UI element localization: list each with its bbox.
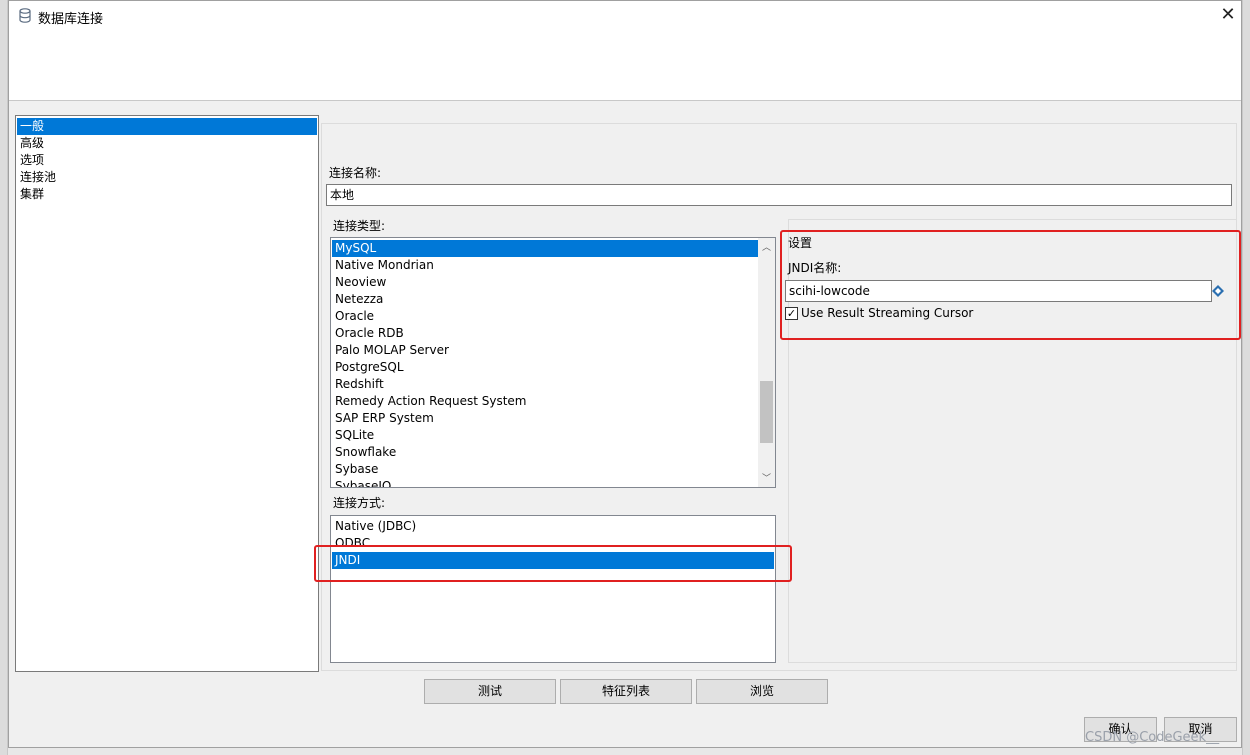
list-item[interactable]: Native (JDBC) — [332, 518, 774, 535]
dialog-titlebar: 数据库连接 ✕ — [9, 1, 1241, 101]
connection-name-input[interactable]: 本地 — [326, 184, 1232, 206]
list-item[interactable]: MySQL — [332, 240, 758, 257]
access-method-label: 连接方式: — [333, 496, 386, 510]
variable-diamond-icon[interactable] — [1212, 285, 1224, 297]
test-button[interactable]: 测试 — [424, 679, 556, 704]
screen: 数据库连接 ✕ 一般 高级 选项 连接池 集群 连接名称: 本地 连接类型: M… — [0, 0, 1250, 755]
feature-list-button[interactable]: 特征列表 — [560, 679, 692, 704]
list-item[interactable]: Oracle — [332, 308, 758, 325]
list-item[interactable]: Snowflake — [332, 444, 758, 461]
nav-item-options[interactable]: 选项 — [17, 152, 317, 169]
background-window-right-edge — [1242, 0, 1250, 755]
connection-type-list[interactable]: MySQL Native Mondrian Neoview Netezza Or… — [330, 237, 776, 488]
jndi-name-input[interactable]: scihi-lowcode — [785, 280, 1212, 302]
list-item[interactable]: Palo MOLAP Server — [332, 342, 758, 359]
close-icon: ✕ — [1220, 4, 1236, 25]
list-item[interactable]: Remedy Action Request System — [332, 393, 758, 410]
list-item[interactable]: Netezza — [332, 291, 758, 308]
list-item[interactable]: ODBC — [332, 535, 774, 552]
settings-category-list[interactable]: 一般 高级 选项 连接池 集群 — [15, 115, 319, 672]
nav-item-general[interactable]: 一般 — [17, 118, 317, 135]
list-item[interactable]: Neoview — [332, 274, 758, 291]
nav-item-pooling[interactable]: 连接池 — [17, 169, 317, 186]
list-item[interactable]: SybaseIQ — [332, 478, 758, 487]
explore-button[interactable]: 浏览 — [696, 679, 828, 704]
nav-item-clustering[interactable]: 集群 — [17, 186, 317, 203]
connection-type-label: 连接类型: — [333, 219, 386, 233]
list-item[interactable]: JNDI — [332, 552, 774, 569]
database-connection-dialog: 数据库连接 ✕ 一般 高级 选项 连接池 集群 连接名称: 本地 连接类型: M… — [8, 0, 1242, 748]
streaming-cursor-label: Use Result Streaming Cursor — [801, 306, 974, 320]
close-button[interactable]: ✕ — [1217, 5, 1239, 27]
scroll-down-icon[interactable]: ﹀ — [758, 471, 775, 485]
list-item[interactable]: PostgreSQL — [332, 359, 758, 376]
list-item[interactable]: Oracle RDB — [332, 325, 758, 342]
list-item[interactable]: Native Mondrian — [332, 257, 758, 274]
jndi-name-label: JNDI名称: — [788, 261, 842, 275]
scroll-up-icon[interactable]: ︿ — [758, 240, 775, 254]
connection-type-scrollbar[interactable]: ︿ ﹀ — [758, 238, 775, 487]
background-window-left-edge — [0, 0, 8, 755]
settings-title: 设置 — [788, 236, 813, 250]
list-item[interactable]: SQLite — [332, 427, 758, 444]
list-item[interactable]: Redshift — [332, 376, 758, 393]
streaming-cursor-checkbox[interactable]: ✓ — [785, 307, 798, 320]
connection-name-label: 连接名称: — [329, 166, 382, 180]
nav-item-advanced[interactable]: 高级 — [17, 135, 317, 152]
list-item[interactable]: Sybase — [332, 461, 758, 478]
watermark: CSDN @CodeGeek__ — [1085, 730, 1220, 745]
access-method-list[interactable]: Native (JDBC) ODBC JNDI — [330, 515, 776, 663]
database-icon — [19, 8, 31, 23]
scroll-thumb[interactable] — [760, 381, 773, 443]
dialog-title: 数据库连接 — [38, 12, 104, 27]
list-item[interactable]: SAP ERP System — [332, 410, 758, 427]
